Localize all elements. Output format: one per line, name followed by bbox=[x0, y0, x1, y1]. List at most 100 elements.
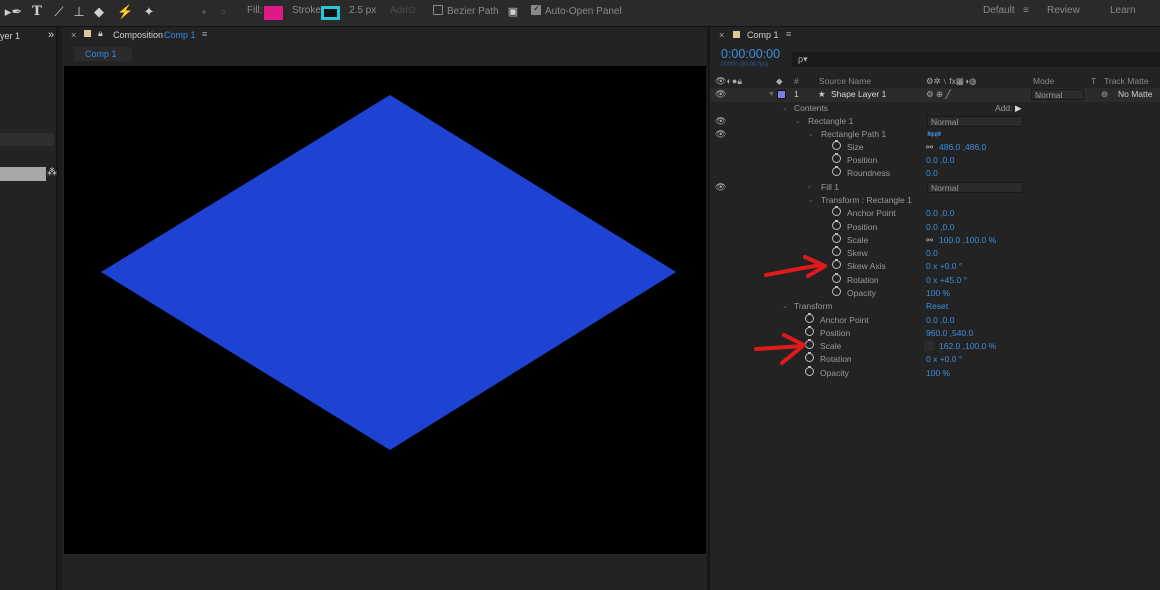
fill-1-row[interactable]: 👁︎ › Fill 1 Normal bbox=[710, 181, 1160, 194]
path-direction-icons[interactable]: ⇆⇄ bbox=[927, 128, 941, 141]
tr-skew-value[interactable]: 0.0 bbox=[926, 247, 938, 260]
workspace-learn[interactable]: Learn bbox=[1110, 5, 1136, 16]
tr-position-value[interactable]: 0.0 ,0.0 bbox=[926, 221, 954, 234]
panel-icon[interactable]: ▣ bbox=[505, 4, 521, 20]
brush-tool-icon[interactable]: ⟋ bbox=[51, 4, 67, 20]
stroke-width-value[interactable]: 2.5 px bbox=[349, 5, 376, 16]
lt-opacity-stopwatch-icon[interactable] bbox=[805, 366, 814, 376]
transform-rect-row[interactable]: ⌄ Transform : Rectangle 1 bbox=[710, 194, 1160, 207]
tr-opacity-value[interactable]: 100 % bbox=[926, 287, 950, 300]
lt-rotation-stopwatch-icon[interactable] bbox=[805, 352, 814, 362]
composition-canvas[interactable] bbox=[64, 66, 706, 554]
workspace-default[interactable]: Default bbox=[983, 5, 1015, 16]
tr-skew-stopwatch-icon[interactable] bbox=[832, 246, 841, 256]
matte-link-icon[interactable]: ⊚ bbox=[1101, 88, 1108, 101]
rectangle-1-row[interactable]: 👁︎ ⌄ Rectangle 1 Normal bbox=[710, 115, 1160, 128]
tr-position-stopwatch-icon[interactable] bbox=[832, 220, 841, 230]
tr-anchor-stopwatch-icon[interactable] bbox=[832, 206, 841, 216]
path-position-stopwatch-icon[interactable] bbox=[832, 153, 841, 163]
contents-expand-icon[interactable]: ⌄ bbox=[782, 102, 788, 115]
rect1-visibility-icon[interactable]: 👁︎ bbox=[715, 115, 726, 128]
header-track-matte[interactable]: Track Matte bbox=[1104, 75, 1149, 88]
left-panel-slider[interactable] bbox=[0, 167, 46, 181]
fill-mode-dropdown[interactable]: Normal bbox=[927, 182, 1023, 193]
tr-scale-value[interactable]: 100.0 ,100.0 % bbox=[939, 234, 996, 247]
roto-brush-tool-icon[interactable]: ⚡ bbox=[117, 4, 133, 20]
rect1-expand-icon[interactable]: ⌄ bbox=[795, 115, 801, 128]
timeline-menu-icon[interactable]: ≡ bbox=[786, 29, 791, 39]
layer-label-color[interactable] bbox=[777, 90, 786, 99]
rectpath-expand-icon[interactable]: ⌄ bbox=[808, 128, 814, 141]
size-stopwatch-icon[interactable] bbox=[832, 140, 841, 150]
layer-switches-icons[interactable]: ⚙ ⊕ ╱ bbox=[926, 88, 951, 101]
reset-link[interactable]: Reset bbox=[926, 300, 948, 313]
viewer-menu-icon[interactable]: ≡ bbox=[202, 29, 207, 39]
eraser-tool-icon[interactable]: ◆ bbox=[91, 4, 107, 20]
layer-visibility-icon[interactable]: 👁︎ bbox=[715, 88, 726, 101]
rectpath-visibility-icon[interactable]: 👁︎ bbox=[715, 128, 726, 141]
hierarchy-icon[interactable]: ⁂ bbox=[47, 167, 57, 178]
workspace-review[interactable]: Review bbox=[1047, 5, 1080, 16]
shape-mode-icon[interactable]: ▫ bbox=[215, 4, 231, 20]
header-mode[interactable]: Mode bbox=[1033, 75, 1054, 88]
pen-tool-icon[interactable]: ✒ bbox=[9, 4, 25, 20]
type-tool-icon[interactable]: T bbox=[29, 4, 45, 20]
lt-anchor-value[interactable]: 0.0 ,0.0 bbox=[926, 314, 954, 327]
fill-color-swatch[interactable] bbox=[264, 6, 283, 20]
size-link-icon[interactable]: ⚯ bbox=[926, 141, 933, 154]
add-icon[interactable]: ⊙ bbox=[408, 5, 416, 16]
bezier-path-checkbox[interactable]: Bezier Path bbox=[433, 5, 499, 17]
layer-transform-expand-icon[interactable]: ⌄ bbox=[782, 300, 788, 313]
tr-skew-axis-value[interactable]: 0 x +0.0 ° bbox=[926, 260, 962, 273]
layer-transform-row[interactable]: ⌄ Transform Reset bbox=[710, 300, 1160, 313]
tr-anchor-value[interactable]: 0.0 ,0.0 bbox=[926, 207, 954, 220]
layer-row[interactable]: 👁︎ ▼ 1 ★ Shape Layer 1 ⚙ ⊕ ╱ Normal ⌄ ⊚ … bbox=[710, 88, 1160, 102]
lt-position-value[interactable]: 960.0 ,540.0 bbox=[926, 327, 973, 340]
track-matte-value[interactable]: No Matte bbox=[1118, 88, 1153, 101]
tr-scale-link-icon[interactable]: ⚯ bbox=[926, 234, 933, 247]
lock-icon[interactable]: 🔒︎ bbox=[98, 28, 103, 39]
timeline-search-input[interactable]: ρ▾ bbox=[792, 52, 1160, 67]
lt-rotation-value[interactable]: 0 x +0.0 ° bbox=[926, 353, 962, 366]
timecode[interactable]: 0:00:00:00 bbox=[721, 47, 780, 61]
size-value[interactable]: 486.0 ,486.0 bbox=[939, 141, 986, 154]
auto-open-panel-checkbox[interactable]: Auto-Open Panel bbox=[531, 3, 622, 17]
rect1-mode-dropdown[interactable]: Normal bbox=[927, 116, 1023, 127]
contents-row[interactable]: ⌄ Contents Add: ▶ bbox=[710, 102, 1160, 115]
path-position-value[interactable]: 0.0 ,0.0 bbox=[926, 154, 954, 167]
left-panel-field[interactable] bbox=[0, 133, 54, 146]
tr-opacity-stopwatch-icon[interactable] bbox=[832, 286, 841, 296]
tr-skew-axis-stopwatch-icon[interactable] bbox=[832, 259, 841, 269]
fill-visibility-icon[interactable]: 👁︎ bbox=[715, 181, 726, 194]
mask-mode-icon[interactable]: ▪ bbox=[196, 4, 212, 20]
shape-layer-diamond[interactable] bbox=[101, 95, 676, 450]
rectangle-path-row[interactable]: 👁︎ ⌄ Rectangle Path 1 ⇆⇄ bbox=[710, 128, 1160, 141]
lt-position-stopwatch-icon[interactable] bbox=[805, 326, 814, 336]
layer-expand-icon[interactable]: ▼ bbox=[768, 88, 775, 101]
transform-rect-expand-icon[interactable]: ⌄ bbox=[808, 194, 814, 207]
add-button-icon[interactable]: ▶ bbox=[1015, 102, 1022, 115]
clone-stamp-tool-icon[interactable]: ⊥ bbox=[71, 4, 87, 20]
panel-expand-icon[interactable]: » bbox=[48, 29, 54, 41]
fill-expand-icon[interactable]: › bbox=[808, 181, 810, 194]
close-panel-icon[interactable]: × bbox=[71, 30, 76, 40]
timeline-tab[interactable]: Comp 1 bbox=[747, 30, 779, 40]
workspace-menu-icon[interactable]: ≡ bbox=[1023, 5, 1029, 16]
lt-scale-stopwatch-icon[interactable] bbox=[805, 339, 814, 349]
lt-anchor-stopwatch-icon[interactable] bbox=[805, 313, 814, 323]
roundness-value[interactable]: 0.0 bbox=[926, 167, 938, 180]
lt-scale-value[interactable]: 162.0 ,100.0 % bbox=[939, 340, 996, 353]
layer-mode-dropdown[interactable]: Normal ⌄ bbox=[1031, 89, 1084, 100]
close-timeline-icon[interactable]: × bbox=[719, 30, 724, 40]
tr-rotation-value[interactable]: 0 x +45.0 ° bbox=[926, 274, 967, 287]
comp-name[interactable]: Comp 1 bbox=[164, 30, 196, 40]
comp-breadcrumb[interactable]: Comp 1 bbox=[74, 47, 132, 61]
tr-scale-stopwatch-icon[interactable] bbox=[832, 233, 841, 243]
tr-rotation-stopwatch-icon[interactable] bbox=[832, 273, 841, 283]
stroke-color-swatch[interactable] bbox=[321, 6, 340, 20]
lt-opacity-value[interactable]: 100 % bbox=[926, 367, 950, 380]
lt-scale-link-toggle[interactable] bbox=[924, 341, 934, 351]
layer-name[interactable]: Shape Layer 1 bbox=[831, 88, 886, 101]
puppet-pin-tool-icon[interactable]: ✦ bbox=[141, 4, 157, 20]
roundness-stopwatch-icon[interactable] bbox=[832, 166, 841, 176]
